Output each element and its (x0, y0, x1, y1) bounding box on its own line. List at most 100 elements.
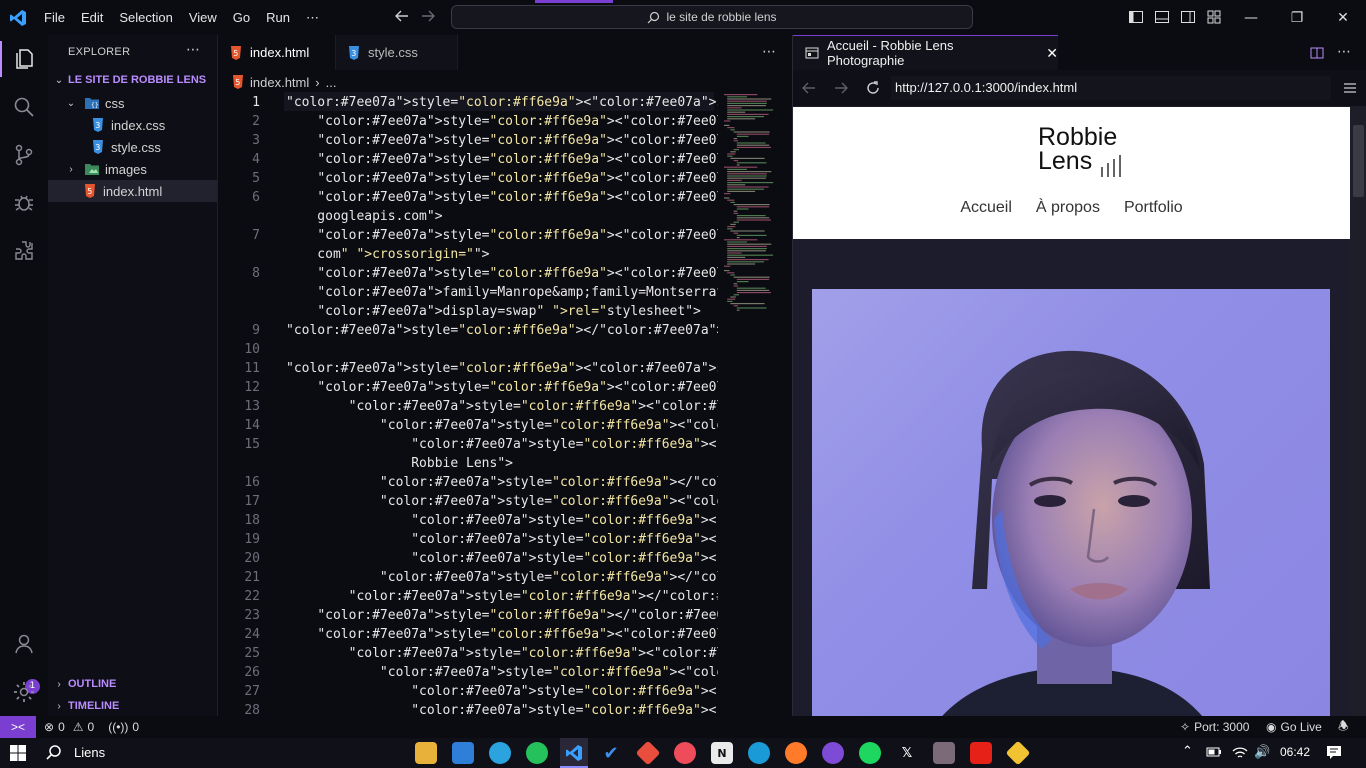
x-icon[interactable]: 𝕏 (896, 742, 918, 764)
css-file-icon: 3 (92, 140, 104, 154)
code-editor[interactable]: 1 "color:#7ee07a">style="color:#ff6e9a"><… (218, 92, 718, 716)
title-accent-bar (535, 0, 613, 3)
clock-time[interactable]: 06:42 (1280, 745, 1310, 759)
notion-icon[interactable]: N (711, 742, 733, 764)
bell-icon[interactable]: 🕭 (1338, 717, 1349, 738)
close-button[interactable]: ✕ (1320, 0, 1366, 35)
search-icon[interactable] (0, 83, 48, 131)
notifications-icon[interactable] (1326, 744, 1342, 760)
whatsapp-icon[interactable] (526, 742, 548, 764)
source-control-icon[interactable] (0, 131, 48, 179)
settings-gear-icon[interactable] (0, 668, 48, 716)
menu-view[interactable]: View (181, 0, 225, 35)
breadcrumb-more[interactable]: ... (326, 75, 337, 90)
photo-app-icon[interactable] (933, 742, 955, 764)
menu-go[interactable]: Go (225, 0, 258, 35)
run-debug-icon[interactable] (0, 179, 48, 227)
browser-more-button[interactable]: ⋯ (1337, 44, 1351, 60)
taskbar-search[interactable]: Liens (46, 744, 105, 760)
browser-scrollbar-thumb[interactable] (1353, 125, 1364, 197)
file-explorer-icon[interactable] (415, 742, 437, 764)
port-status[interactable]: ✧ Port: 3000 (1180, 720, 1249, 734)
editor-scrollbar[interactable] (782, 92, 792, 716)
remote-indicator[interactable]: >< (0, 716, 36, 738)
menu-run[interactable]: Run (258, 0, 298, 35)
minimap-line (727, 300, 733, 302)
mail-icon[interactable] (452, 742, 474, 764)
warning-count: 0 (87, 720, 95, 734)
tray-chevron-up-icon[interactable]: ⌃ (1182, 744, 1193, 759)
outline-section[interactable]: › OUTLINE (48, 673, 217, 695)
tab-index-html[interactable]: 5 index.html (218, 35, 336, 70)
line-number: 9 (252, 323, 260, 338)
line-number: 3 (252, 133, 260, 148)
tree-item-style-css[interactable]: 3 style.css (48, 136, 217, 158)
minimize-button[interactable]: — (1228, 0, 1274, 35)
timeline-section[interactable]: › TIMELINE (48, 695, 217, 717)
youtube-icon[interactable] (970, 742, 992, 764)
menu-more[interactable]: ⋯ (298, 0, 327, 35)
wifi-icon[interactable] (1232, 746, 1248, 760)
menu-selection[interactable]: Selection (111, 0, 180, 35)
explorer-icon[interactable] (0, 35, 48, 83)
open-external-icon[interactable] (1310, 46, 1324, 60)
app-mask-icon[interactable] (822, 742, 844, 764)
vscode-taskbar-icon[interactable] (563, 742, 585, 764)
menu-icon[interactable] (1343, 81, 1357, 95)
restore-button[interactable]: ❐ (1274, 0, 1320, 35)
breadcrumb-file[interactable]: index.html (250, 75, 309, 90)
back-arrow-icon[interactable] (801, 80, 817, 96)
tab-style-css[interactable]: 3 style.css (336, 35, 458, 70)
editor-more-button[interactable]: ⋯ (762, 44, 776, 60)
sketch-icon[interactable] (1005, 740, 1031, 766)
tree-item-index-html[interactable]: 5 index.html (48, 180, 217, 202)
ports-indicator[interactable]: ((•)) 0 (108, 720, 139, 734)
toggle-secondary-sidebar-icon[interactable] (1180, 9, 1196, 25)
browser-tab[interactable]: Accueil - Robbie Lens Photographie ✕ (793, 35, 1058, 70)
search-icon (46, 744, 62, 760)
volume-icon[interactable]: 🔊 (1254, 745, 1270, 760)
browser-scrollbar[interactable] (1350, 107, 1366, 716)
edge-icon[interactable] (748, 742, 770, 764)
url-input[interactable]: http://127.0.0.1:3000/index.html (891, 76, 1331, 100)
back-arrow-icon[interactable] (394, 8, 410, 24)
todo-check-icon[interactable]: ✔ (600, 742, 622, 764)
extensions-icon[interactable] (0, 227, 48, 275)
git-icon[interactable] (635, 740, 661, 766)
tree-item-css-folder[interactable]: ⌄ {} css (48, 92, 217, 114)
app-icon[interactable] (674, 742, 696, 764)
close-icon[interactable]: ✕ (1046, 45, 1058, 62)
menu-edit[interactable]: Edit (73, 0, 111, 35)
site-nav-accueil[interactable]: Accueil (960, 199, 1012, 217)
command-center-search[interactable]: le site de robbie lens (451, 5, 973, 29)
tree-item-images-folder[interactable]: › images (48, 158, 217, 180)
toggle-sidebar-icon[interactable] (1128, 9, 1144, 25)
browser-tab-strip: Accueil - Robbie Lens Photographie ✕ ⋯ (793, 35, 1366, 70)
windows-start-icon[interactable] (10, 745, 26, 761)
site-nav-portfolio[interactable]: Portfolio (1124, 199, 1183, 217)
explorer-more-button[interactable]: ⋯ (186, 42, 200, 58)
code-line: "color:#7ee07a">style="color:#ff6e9a"></… (348, 589, 718, 604)
go-live-button[interactable]: ◉ Go Live (1266, 720, 1322, 734)
line-number: 26 (244, 665, 260, 680)
folder-root[interactable]: ⌄ LE SITE DE ROBBIE LENS (48, 69, 217, 91)
site-nav-a-propos[interactable]: À propos (1036, 199, 1100, 217)
spotify-icon[interactable] (859, 742, 881, 764)
firefox-icon[interactable] (785, 742, 807, 764)
customize-layout-icon[interactable] (1206, 9, 1222, 25)
menu-file[interactable]: File (36, 0, 73, 35)
battery-icon[interactable] (1206, 746, 1222, 758)
tree-item-index-css[interactable]: 3 index.css (48, 114, 217, 136)
forward-arrow-icon[interactable] (420, 8, 436, 24)
timeline-label: TIMELINE (68, 700, 120, 712)
telegram-icon[interactable] (489, 742, 511, 764)
accounts-icon[interactable] (0, 620, 48, 668)
minimap[interactable] (722, 92, 778, 322)
site-logo[interactable]: Robbie Lens (1038, 125, 1128, 177)
reload-icon[interactable] (865, 80, 881, 96)
html-file-icon: 5 (230, 45, 242, 60)
browser-address-bar: http://127.0.0.1:3000/index.html (793, 70, 1366, 106)
forward-arrow-icon[interactable] (833, 80, 849, 96)
toggle-panel-icon[interactable] (1154, 9, 1170, 25)
problems-indicator[interactable]: ⊗ 0 ⚠ 0 (44, 720, 94, 734)
